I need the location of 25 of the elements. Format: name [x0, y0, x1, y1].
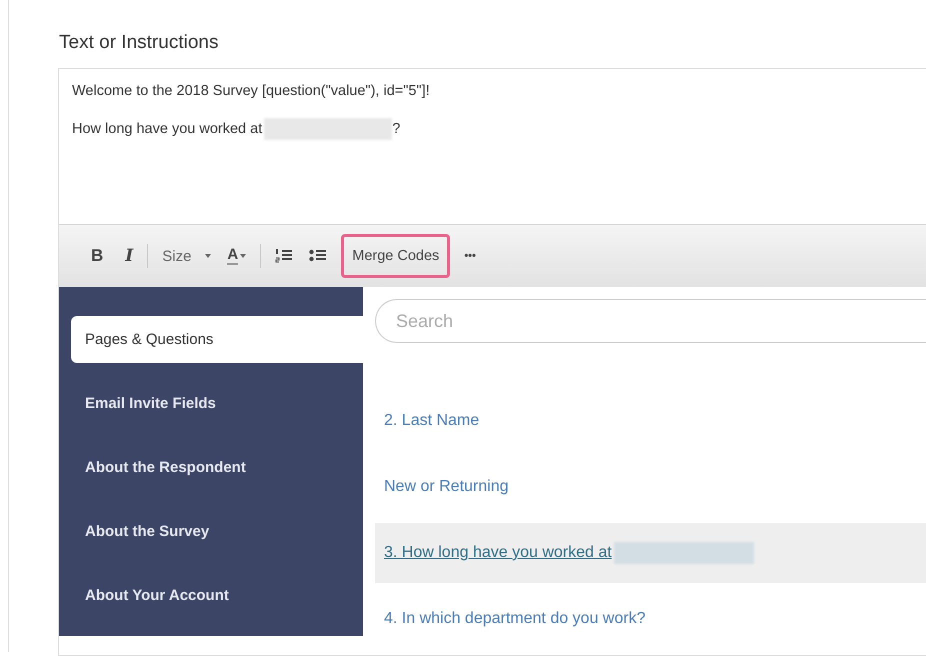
sidebar-tab[interactable]: Email Invite Fields: [71, 380, 363, 427]
numbered-list-icon: [275, 248, 294, 264]
section-title: Text or Instructions: [59, 32, 220, 55]
more-button[interactable]: •••: [456, 246, 484, 266]
question-link[interactable]: 2. Last Name: [384, 412, 480, 430]
text-area[interactable]: Welcome to the 2018 Survey [question("value"), id="5"]! How long have you worked at ?: [59, 69, 926, 224]
bold-button[interactable]: B: [83, 242, 112, 270]
bullet-list-icon: [309, 248, 328, 264]
question-link[interactable]: 3. How long have you worked at: [384, 544, 612, 562]
caret-icon: [240, 254, 246, 258]
sidebar-tab[interactable]: About the Respondent: [71, 444, 363, 491]
size-dropdown[interactable]: Size: [154, 244, 220, 268]
merge-codes-button[interactable]: Merge Codes: [341, 234, 450, 278]
editor-text: ?: [392, 121, 400, 137]
caret-icon: [205, 254, 212, 258]
search-field[interactable]: Search: [375, 299, 926, 343]
sidebar-tab[interactable]: Pages & Questions: [71, 316, 363, 363]
italic-button[interactable]: I: [117, 242, 142, 270]
question-link[interactable]: New or Returning: [384, 478, 508, 496]
editor-text: Welcome to the 2018 Survey [question("value"), id="5"]!: [72, 83, 430, 99]
text-color-button[interactable]: A: [219, 243, 254, 269]
question-link[interactable]: 4. In which department do you work?: [384, 610, 646, 628]
editor-text: How long have you worked at: [72, 121, 262, 137]
sidebar-tab[interactable]: About the Survey: [71, 508, 363, 555]
sidebar-tab[interactable]: About Your Account: [71, 572, 363, 619]
